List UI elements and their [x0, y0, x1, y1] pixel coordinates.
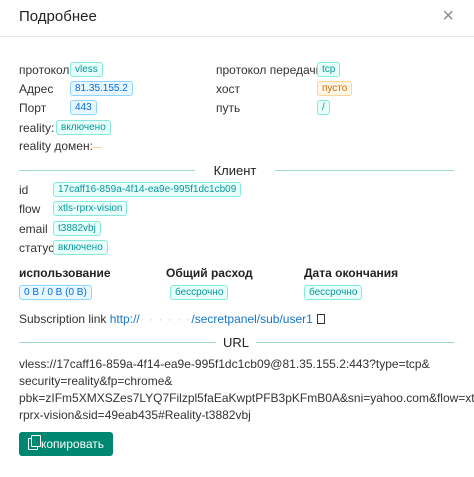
usage-tag: 0 B / 0 B (0 B): [19, 285, 92, 300]
copy-button-label: копировать: [40, 437, 104, 451]
host-tag: пусто: [317, 81, 353, 96]
url-divider-right: [256, 342, 454, 343]
email-label: email: [19, 222, 48, 236]
copy-button[interactable]: копировать: [19, 432, 113, 456]
url-line: vless://17caff16-859a-4f14-ea9e-995f1dc1…: [19, 357, 430, 371]
path-tag: /: [317, 100, 330, 115]
protocol-tag: vless: [70, 62, 103, 77]
details-modal: Подробнее × протокол vless Адрес 81.35.1…: [0, 0, 474, 477]
id-label: id: [19, 183, 29, 197]
client-section-title: Клиент: [213, 163, 257, 178]
url-text: vless://17caff16-859a-4f14-ea9e-995f1dc1…: [19, 356, 474, 424]
reality-label: reality:: [19, 121, 55, 135]
url-section-title: URL: [222, 335, 249, 350]
url-divider-left: [19, 342, 216, 343]
subscription-link-blur: · · · · · ·: [139, 312, 192, 326]
close-icon[interactable]: ×: [442, 6, 454, 26]
client-divider-left: [19, 170, 195, 171]
url-line: security=reality&fp=chrome&: [19, 374, 173, 388]
port-label: Порт: [19, 101, 47, 115]
subscription-row: Subscription link http://· · · · · ·/sec…: [19, 312, 325, 326]
protocol-label: протокол: [19, 63, 70, 77]
reality-tag: включено: [56, 120, 111, 135]
copy-link-icon[interactable]: [316, 314, 325, 324]
modal-header: Подробнее ×: [0, 0, 474, 37]
subscription-link[interactable]: http://· · · · · ·/secretpanel/sub/user1: [110, 312, 313, 326]
path-label: путь: [216, 101, 241, 115]
url-line: rprx-vision&sid=49eab435#Reality-t3882vb…: [19, 408, 251, 422]
reality-domain-label: reality домен:: [19, 139, 93, 153]
port-tag: 443: [70, 100, 97, 115]
total-tag: бессрочно: [170, 285, 229, 300]
copy-icon: [27, 435, 41, 450]
status-tag: включено: [53, 240, 108, 255]
transport-tag: tcp: [317, 62, 341, 77]
id-tag: 17caff16-859a-4f14-ea9e-995f1dc1cb09: [53, 182, 242, 197]
modal-title: Подробнее: [19, 8, 97, 25]
flow-label: flow: [19, 202, 41, 216]
usage-label: использование: [19, 266, 111, 280]
status-label: статус: [19, 241, 55, 255]
host-label: хост: [216, 82, 241, 96]
email-tag: t3882vbj: [53, 221, 101, 236]
transport-label: протокол передачи: [216, 63, 323, 77]
client-divider-right: [275, 170, 454, 171]
reality-domain-empty: [92, 147, 102, 148]
address-label: Адрес: [19, 82, 54, 96]
flow-tag: xtls-rprx-vision: [53, 201, 128, 216]
subscription-label: Subscription link: [19, 312, 107, 326]
url-line: pbk=zIFm5XMXSZes7LYQ7Filzpl5faEaKwptPFB3…: [19, 391, 474, 405]
expiry-label: Дата окончания: [304, 266, 399, 280]
address-tag: 81.35.155.2: [70, 81, 133, 96]
expiry-tag: бессрочно: [304, 285, 363, 300]
total-label: Общий расход: [166, 266, 253, 280]
